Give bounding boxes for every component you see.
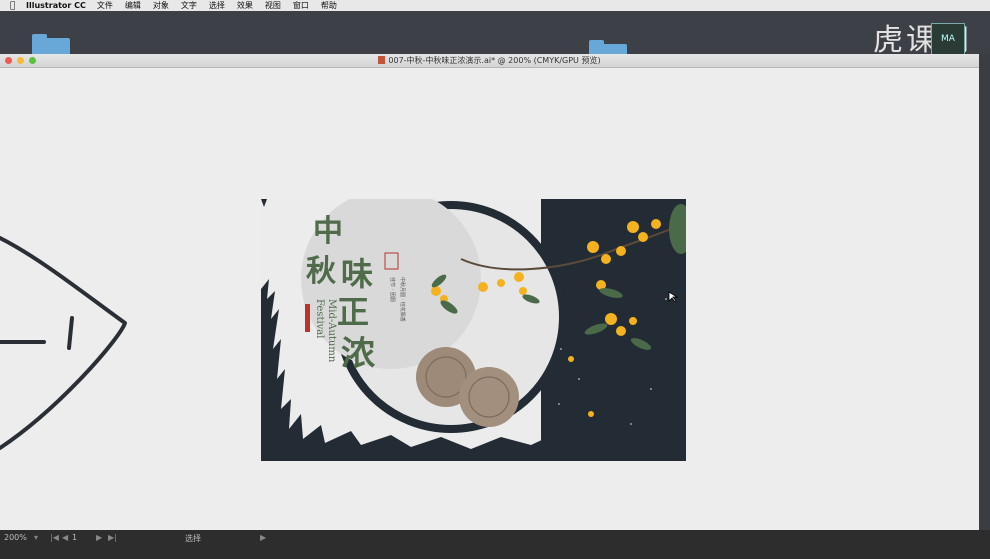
subtitle-en-2: Festival: [314, 299, 325, 338]
desktop-right-edge: [979, 54, 990, 530]
first-artboard-icon[interactable]: |◀: [50, 533, 59, 542]
desktop: 虎课网 MA: [0, 11, 990, 62]
seal-red-tag: [305, 304, 310, 332]
tool-menu-icon[interactable]: ▶: [260, 533, 266, 542]
avatar[interactable]: MA: [931, 23, 965, 55]
window-title: 007-中秋-中秋味正浓演示.ai* @ 200% (CMYK/GPU 预览): [388, 56, 601, 65]
title-char: 味: [341, 255, 373, 293]
close-button[interactable]: [5, 57, 12, 64]
menu-file[interactable]: 文件: [97, 0, 113, 11]
status-bar: 200% ▾ |◀ ◀ 1 ▶ ▶| 选择 ▶: [0, 530, 990, 559]
menu-select[interactable]: 选择: [209, 0, 225, 11]
window-titlebar[interactable]: 007-中秋-中秋味正浓演示.ai* @ 200% (CMYK/GPU 预览): [0, 54, 979, 68]
apple-icon[interactable]: : [10, 1, 18, 11]
title-char: 秋: [306, 254, 336, 289]
artboard[interactable]: 中 秋 味 正 浓 Mid-Autumn Festival 中秋月圆 · 桂花飘…: [261, 199, 686, 461]
title-char: 正: [337, 293, 369, 331]
minimize-button[interactable]: [17, 57, 24, 64]
document-window: 007-中秋-中秋味正浓演示.ai* @ 200% (CMYK/GPU 预览): [0, 54, 979, 530]
menu-object[interactable]: 对象: [153, 0, 169, 11]
cursor-icon: [668, 291, 679, 303]
menu-effect[interactable]: 效果: [237, 0, 253, 11]
body-text: 佳节 · 团圆: [389, 277, 396, 302]
last-artboard-icon[interactable]: ▶|: [108, 533, 117, 542]
zoom-dropdown-icon[interactable]: ▾: [34, 533, 38, 542]
subtitle-en: Mid-Autumn: [326, 299, 337, 363]
zoom-level[interactable]: 200%: [4, 533, 27, 542]
title-char: 浓: [341, 334, 376, 374]
current-tool-label[interactable]: 选择: [185, 533, 201, 544]
menu-window[interactable]: 窗口: [293, 0, 309, 11]
canvas[interactable]: 中 秋 味 正 浓 Mid-Autumn Festival 中秋月圆 · 桂花飘…: [0, 68, 979, 530]
prev-artboard-icon[interactable]: ◀: [62, 533, 68, 542]
zoom-button[interactable]: [29, 57, 36, 64]
menu-bar:  Illustrator CC 文件 编辑 对象 文字 选择 效果 视图 窗口…: [0, 0, 990, 11]
artboard-number[interactable]: 1: [72, 533, 77, 542]
arrow-shape[interactable]: [0, 218, 140, 478]
menu-help[interactable]: 帮助: [321, 0, 337, 11]
body-text: 中秋月圆 · 桂花飘香: [399, 277, 406, 322]
next-artboard-icon[interactable]: ▶: [96, 533, 102, 542]
mooncake: [459, 367, 519, 427]
menu-view[interactable]: 视图: [265, 0, 281, 11]
menu-edit[interactable]: 编辑: [125, 0, 141, 11]
title-char: 中: [313, 214, 343, 249]
menu-app-name[interactable]: Illustrator CC: [26, 1, 86, 10]
menu-type[interactable]: 文字: [181, 0, 197, 11]
document-icon: [378, 56, 386, 64]
